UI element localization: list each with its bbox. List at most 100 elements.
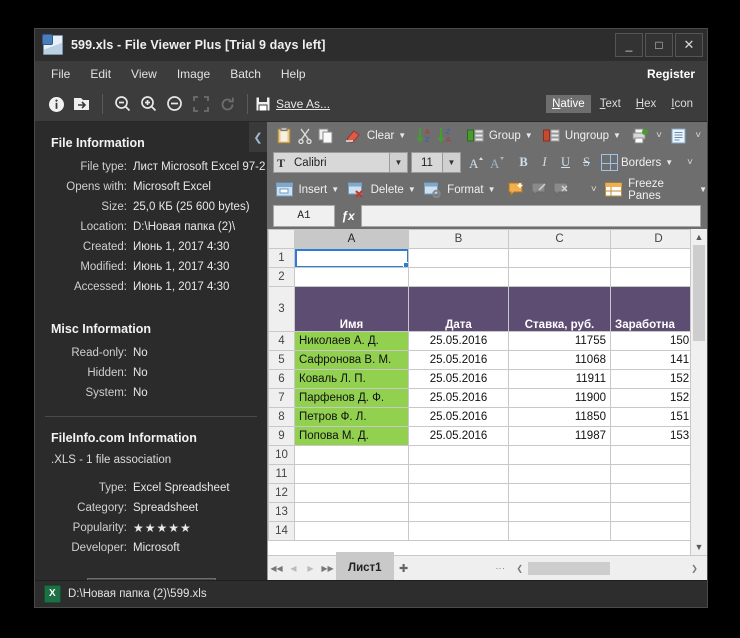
scroll-right-icon[interactable]: ❯ [686,556,703,580]
font-name-input[interactable]: T Calibri [273,152,390,173]
view-mode-text[interactable]: Text [594,95,627,113]
vertical-scrollbar[interactable]: ▲ ▼ [690,229,707,555]
zoom-in-icon[interactable] [136,91,162,117]
row-header-9[interactable]: 9 [268,426,295,446]
cell-name[interactable]: Николаев А. Д. [294,331,409,351]
row-header-5[interactable]: 5 [268,350,295,370]
vertical-scroll-thumb[interactable] [693,245,705,341]
cell-name[interactable]: Парфенов Д. Ф. [294,388,409,408]
menu-item-edit[interactable]: Edit [80,63,121,85]
print-icon[interactable] [629,125,650,147]
paste-icon[interactable] [273,125,294,147]
collapse-panel-button[interactable]: ❮ [249,122,267,152]
document-chevron-icon[interactable]: ˅ [695,130,701,141]
cell-b14[interactable] [408,521,509,541]
cell-c1[interactable] [508,248,611,268]
group-caret-icon[interactable]: ▼ [525,131,533,140]
cell-name[interactable]: Петров Ф. Л. [294,407,409,427]
cell-rate[interactable]: 11987 [508,426,611,446]
save-as-button[interactable]: Save As... [255,96,330,112]
cell-c2[interactable] [508,267,611,287]
italic-button[interactable]: I [534,153,555,173]
cell-c10[interactable] [508,445,611,465]
zoom-out-icon[interactable] [110,91,136,117]
cell-a14[interactable] [294,521,409,541]
insert-function-icon[interactable]: ƒx [335,206,361,226]
cell-rate[interactable]: 11068 [508,350,611,370]
copy-icon[interactable] [315,125,336,147]
cell-name[interactable]: Попова М. Д. [294,426,409,446]
cell-name[interactable]: Коваль Л. П. [294,369,409,389]
horizontal-scroll-thumb[interactable] [528,561,611,575]
row-header-1[interactable]: 1 [268,248,295,268]
new-comment-icon[interactable] [506,179,528,201]
maximize-button[interactable]: □ [645,33,673,57]
cell-salary[interactable]: 15350 [610,426,690,446]
vertical-scroll-track[interactable] [691,341,707,539]
row-header-3[interactable]: 3 [268,286,295,332]
menu-item-file[interactable]: File [41,63,80,85]
sort-az-icon[interactable]: AZ [414,125,435,147]
insert-label[interactable]: Insert [298,184,327,196]
cell-salary[interactable]: 15238 [610,388,690,408]
document-icon[interactable] [668,125,689,147]
row-header-13[interactable]: 13 [268,502,295,522]
menu-item-batch[interactable]: Batch [220,63,271,85]
cell-b12[interactable] [408,483,509,503]
eraser-icon[interactable] [343,125,364,147]
font-name-dropdown-icon[interactable]: ▼ [390,152,408,173]
sort-za-icon[interactable]: ZA [435,125,456,147]
ungroup-caret-icon[interactable]: ▼ [613,131,621,140]
cell-a10[interactable] [294,445,409,465]
format-icon[interactable] [422,179,444,201]
view-mode-hex[interactable]: Hex [630,95,662,113]
cell-rate[interactable]: 11850 [508,407,611,427]
font-row-chevron-icon[interactable]: ˅ [687,157,693,168]
cell-b10[interactable] [408,445,509,465]
freeze-panes-icon[interactable] [603,179,625,201]
cell-d1[interactable] [610,248,690,268]
close-button[interactable]: ✕ [675,33,703,57]
cell-b11[interactable] [408,464,509,484]
view-mode-icon[interactable]: Icon [665,95,699,113]
view-mode-native[interactable]: Native [546,95,591,113]
row-header-2[interactable]: 2 [268,267,295,287]
row-header-12[interactable]: 12 [268,483,295,503]
add-sheet-icon[interactable]: ✚ [394,562,414,575]
zoom-fit-icon[interactable] [162,91,188,117]
borders-label[interactable]: Borders [621,157,661,169]
header-cell-salary[interactable]: Заработна [610,286,690,332]
header-cell-rate[interactable]: Ставка, руб. [508,286,611,332]
cell-date[interactable]: 25.05.2016 [408,388,509,408]
insert-icon[interactable] [273,179,295,201]
cell-d14[interactable] [610,521,690,541]
cell-date[interactable]: 25.05.2016 [408,350,509,370]
first-sheet-button[interactable]: ◀◀ [268,556,285,580]
cell-c12[interactable] [508,483,611,503]
ungroup-label[interactable]: Ungroup [565,130,609,142]
cell-rate[interactable]: 11900 [508,388,611,408]
cell-a12[interactable] [294,483,409,503]
scroll-left-icon[interactable]: ❮ [511,556,528,580]
clear-caret-icon[interactable]: ▼ [398,131,406,140]
register-link[interactable]: Register [647,67,695,81]
group-icon[interactable] [465,125,486,147]
cell-b1[interactable] [408,248,509,268]
cell-d12[interactable] [610,483,690,503]
delete-icon[interactable] [345,179,367,201]
cell-date[interactable]: 25.05.2016 [408,426,509,446]
cell-a1[interactable] [294,248,409,268]
delete-label[interactable]: Delete [371,184,404,196]
menu-item-help[interactable]: Help [271,63,316,85]
menu-item-view[interactable]: View [121,63,167,85]
row-header-6[interactable]: 6 [268,369,295,389]
cell-date[interactable]: 25.05.2016 [408,407,509,427]
cell-d10[interactable] [610,445,690,465]
underline-button[interactable]: U [555,153,576,173]
row-header-8[interactable]: 8 [268,407,295,427]
freeze-panes-label[interactable]: Freeze Panes [628,178,695,202]
open-file-icon[interactable] [69,91,95,117]
cell-b13[interactable] [408,502,509,522]
cell-salary[interactable]: 15253 [610,369,690,389]
cell-a13[interactable] [294,502,409,522]
